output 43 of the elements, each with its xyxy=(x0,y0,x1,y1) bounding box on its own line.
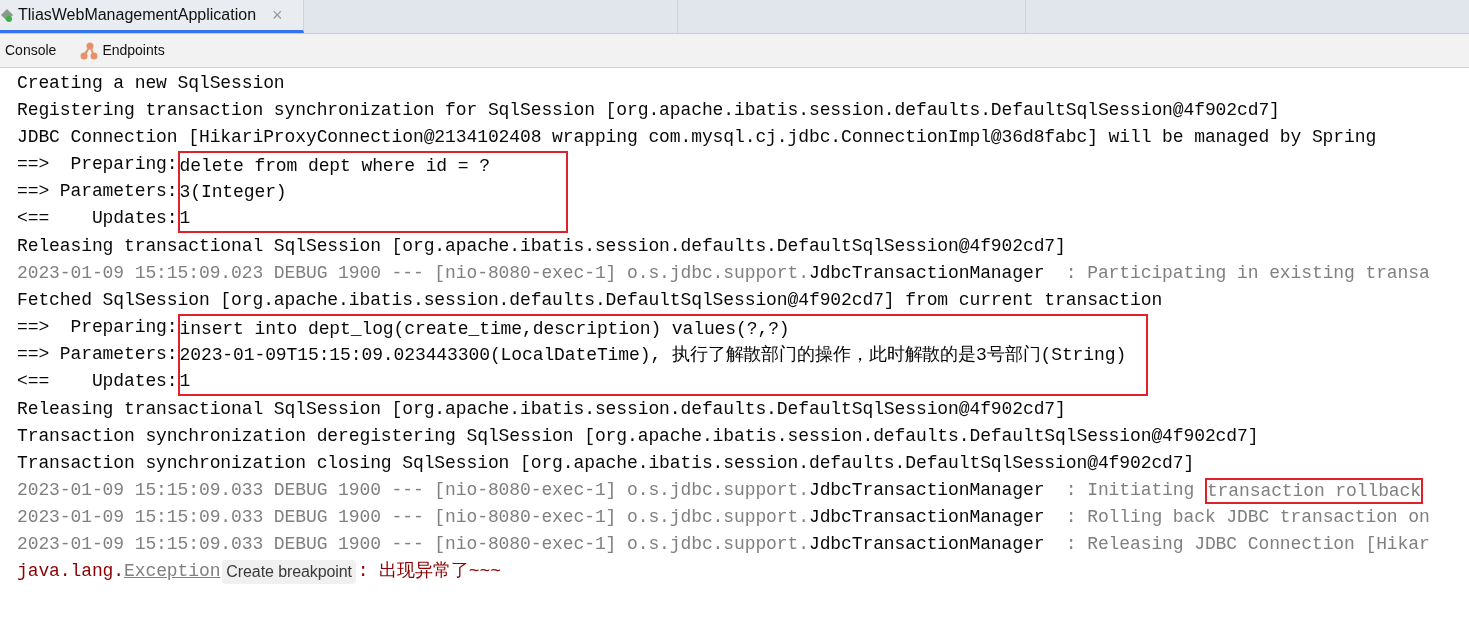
exception-class: java.lang. xyxy=(17,560,125,583)
sql-value: 2023-01-09T15:15:09.023443300(LocalDateTime), 执行了解散部门的操作，此时解散的是3号部门(String) xyxy=(179,343,1127,367)
log-message: : Rolling back JDBC transaction on xyxy=(1064,506,1430,529)
exception-link[interactable]: Exception xyxy=(124,558,221,585)
sql-value: 3(Integer) xyxy=(179,180,287,204)
highlighted-text: transaction rollback xyxy=(1204,477,1423,504)
endpoints-tab[interactable]: Endpoints xyxy=(80,40,165,61)
log-prefix: 2023-01-09 15:15:09.033 DEBUG 1900 --- [nio-8080-exec-1] o.s.jdbc.support. xyxy=(17,506,809,529)
sql-value: insert into dept_log(create_time,description) values(?,?) xyxy=(179,317,790,341)
run-app-icon xyxy=(0,7,14,23)
logger-name: JdbcTransactionManager xyxy=(808,262,1045,285)
sql-value: 1 xyxy=(179,369,191,393)
console-line: Creating a new SqlSession xyxy=(17,72,285,95)
console-line: Fetched SqlSession [org.apache.ibatis.session.defaults.DefaultSqlSession@4f902cd7] from current transaction xyxy=(17,289,1163,312)
sql-label: <== Updates: xyxy=(17,370,178,393)
log-message: : Releasing JDBC Connection [Hikar xyxy=(1064,533,1430,556)
log-prefix: 2023-01-09 15:15:09.033 DEBUG 1900 --- [nio-8080-exec-1] o.s.jdbc.support. xyxy=(17,533,809,556)
log-message: : Participating in existing transa xyxy=(1064,262,1430,285)
console-line: JDBC Connection [HikariProxyConnection@2134102408 wrapping com.mysql.cj.jdbc.ConnectionImpl@36d8fabc] will be managed by Spring xyxy=(17,126,1377,149)
console-tab[interactable]: Console xyxy=(5,40,57,61)
console-line: Releasing transactional SqlSession [org.apache.ibatis.session.defaults.DefaultSqlSession@4f902cd7] xyxy=(17,235,1066,258)
sql-label: ==> Parameters: xyxy=(17,343,178,366)
sql-label: ==> Preparing: xyxy=(17,316,178,339)
logger-name: JdbcTransactionManager xyxy=(808,533,1045,556)
console-line: Transaction synchronization closing SqlSession [org.apache.ibatis.session.defaults.DefaultSqlSession@4f902cd7] xyxy=(17,452,1195,475)
logger-name: JdbcTransactionManager xyxy=(808,506,1045,529)
sql-label: ==> Parameters: xyxy=(17,180,178,203)
log-prefix: 2023-01-09 15:15:09.033 DEBUG 1900 --- [nio-8080-exec-1] o.s.jdbc.support. xyxy=(17,479,809,502)
console-line: Transaction synchronization deregistering SqlSession [org.apache.ibatis.session.defaults.DefaultSqlSession@4f902cd7] xyxy=(17,425,1259,448)
create-breakpoint-hint[interactable]: Create breakpoint xyxy=(222,559,356,584)
log-message: : Initiating xyxy=(1064,479,1196,502)
sql-value: delete from dept where id = ? xyxy=(179,154,490,178)
logger-name: JdbcTransactionManager xyxy=(808,479,1045,502)
exception-message: : 出现异常了~~~ xyxy=(357,560,501,583)
sql-label: <== Updates: xyxy=(17,207,178,230)
console-line: Registering transaction synchronization for SqlSession [org.apache.ibatis.session.defaults.DefaultSqlSession@4f902cd7] xyxy=(17,99,1280,122)
sql-value: 1 xyxy=(179,206,191,230)
tab-title: TliasWebManagementApplication xyxy=(18,5,257,25)
console-line: Releasing transactional SqlSession [org.apache.ibatis.session.defaults.DefaultSqlSession@4f902cd7] xyxy=(17,398,1066,421)
sql-label: ==> Preparing: xyxy=(17,153,178,176)
log-prefix: 2023-01-09 15:15:09.023 DEBUG 1900 --- [nio-8080-exec-1] o.s.jdbc.support. xyxy=(17,262,809,285)
run-tab[interactable]: TliasWebManagementApplication × xyxy=(0,0,304,33)
endpoints-icon xyxy=(80,41,99,60)
